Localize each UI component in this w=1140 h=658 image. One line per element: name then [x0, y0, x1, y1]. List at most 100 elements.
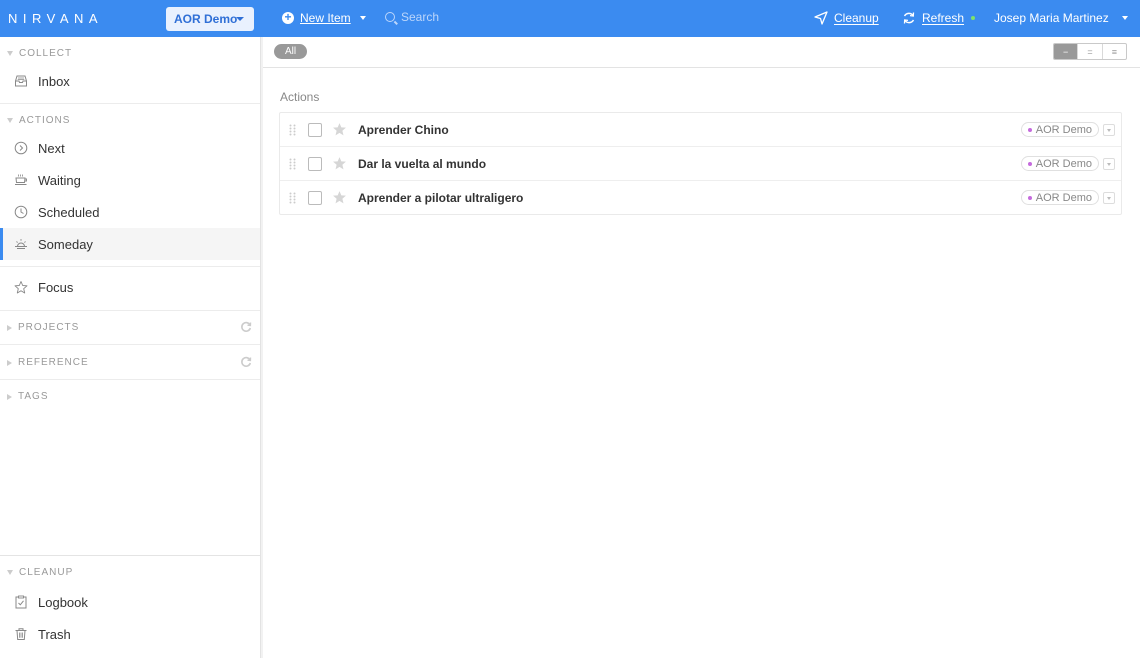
star-icon[interactable] — [332, 190, 347, 205]
triangle-right-icon — [7, 359, 12, 366]
top-bar: NIRVANA AOR Demo + New Item Cleanup Refr… — [0, 0, 1140, 37]
cleanup-button[interactable]: Cleanup — [814, 11, 879, 25]
logbook-icon — [14, 595, 28, 609]
task-name[interactable]: Aprender a pilotar ultraligero — [358, 191, 523, 205]
view-expanded-button[interactable]: ≡ — [1103, 44, 1126, 59]
sidebar-item-label: Scheduled — [38, 204, 100, 220]
sidebar-item-trash[interactable]: Trash — [0, 618, 260, 650]
sidebar-item-inbox[interactable]: Inbox — [0, 65, 260, 97]
task-row[interactable]: Dar la vuelta al mundo AOR Demo — [280, 147, 1121, 181]
chevron-down-icon — [236, 17, 244, 21]
chevron-down-icon[interactable] — [359, 16, 366, 20]
sidebar-item-waiting[interactable]: Waiting — [0, 164, 260, 196]
task-name[interactable]: Dar la vuelta al mundo — [358, 157, 486, 171]
section-heading: REFERENCE — [18, 357, 89, 368]
star-icon[interactable] — [332, 156, 347, 171]
sidebar-item-label: Logbook — [38, 594, 88, 610]
view-normal-button[interactable]: = — [1078, 44, 1103, 59]
divider — [0, 103, 260, 104]
sidebar-item-label: Focus — [38, 279, 74, 295]
triangle-down-icon — [7, 118, 13, 123]
sidebar-item-label: Waiting — [38, 172, 81, 188]
sidebar-item-label: Inbox — [38, 73, 70, 89]
task-checkbox[interactable] — [308, 156, 322, 171]
area-selector-button[interactable]: AOR Demo — [166, 7, 254, 31]
view-compact-button[interactable]: − — [1054, 44, 1079, 59]
sidebar-item-logbook[interactable]: Logbook — [0, 586, 260, 618]
view-mode-toggle: − = ≡ — [1053, 43, 1127, 60]
section-cleanup[interactable]: CLEANUP — [7, 567, 73, 578]
sidebar-item-someday[interactable]: Someday — [0, 228, 260, 260]
refresh-icon[interactable] — [240, 356, 252, 368]
tag-label: AOR Demo — [1035, 123, 1092, 136]
sidebar-item-scheduled[interactable]: Scheduled — [0, 196, 260, 228]
task-checkbox[interactable] — [308, 190, 322, 205]
triangle-down-icon — [7, 570, 13, 575]
row-menu-button[interactable] — [1103, 123, 1115, 136]
section-actions[interactable]: ACTIONS — [7, 115, 70, 126]
plus-circle-icon: + — [282, 11, 294, 24]
triangle-right-icon — [7, 393, 12, 400]
sidebar-item-focus[interactable]: Focus — [0, 271, 260, 303]
area-tag[interactable]: AOR Demo — [1020, 122, 1099, 137]
refresh-button[interactable]: Refresh — [902, 11, 976, 25]
tag-dot — [1027, 195, 1032, 200]
task-row[interactable]: Aprender Chino AOR Demo — [280, 113, 1121, 147]
filter-bar: All − = ≡ — [263, 37, 1140, 68]
divider — [0, 344, 260, 345]
divider — [0, 555, 260, 556]
section-heading: CLEANUP — [19, 567, 74, 578]
filter-all-pill[interactable]: All — [274, 44, 307, 59]
refresh-icon — [903, 12, 915, 24]
refresh-icon[interactable] — [240, 321, 252, 333]
divider — [0, 379, 260, 380]
star-icon[interactable] — [332, 122, 347, 137]
sidebar: COLLECT Inbox ACTIONS Next Waiting Sched… — [0, 37, 263, 658]
sidebar-item-label: Next — [38, 140, 65, 156]
task-list: Aprender Chino AOR Demo Dar la vuelta al… — [279, 112, 1122, 215]
new-item-label: New Item — [300, 11, 351, 25]
drag-handle-icon[interactable] — [289, 124, 296, 136]
user-name: Josep Maria Martinez — [994, 11, 1109, 25]
area-selector-label: AOR Demo — [174, 12, 238, 26]
next-icon — [14, 141, 28, 155]
tag-label: AOR Demo — [1035, 191, 1092, 204]
triangle-right-icon — [7, 324, 12, 331]
task-checkbox[interactable] — [308, 122, 322, 137]
chevron-down-icon — [1121, 16, 1128, 20]
trash-icon — [14, 627, 28, 641]
sync-status-dot — [971, 16, 976, 20]
area-tag[interactable]: AOR Demo — [1020, 156, 1099, 171]
section-heading: PROJECTS — [18, 322, 80, 333]
drag-handle-icon[interactable] — [289, 192, 296, 204]
sunrise-icon — [14, 237, 28, 251]
triangle-down-icon — [7, 51, 13, 56]
section-tags[interactable]: TAGS — [7, 391, 48, 402]
search-box[interactable] — [385, 10, 521, 24]
tag-label: AOR Demo — [1035, 157, 1092, 170]
search-icon — [385, 12, 395, 22]
sidebar-item-label: Trash — [38, 626, 71, 642]
row-menu-button[interactable] — [1103, 157, 1115, 170]
divider — [0, 266, 260, 267]
star-icon — [14, 280, 28, 294]
search-input[interactable] — [401, 10, 521, 24]
area-tag[interactable]: AOR Demo — [1020, 190, 1099, 205]
section-projects[interactable]: PROJECTS — [7, 322, 79, 333]
divider — [0, 310, 260, 311]
send-icon — [814, 11, 828, 25]
task-row[interactable]: Aprender a pilotar ultraligero AOR Demo — [280, 181, 1121, 214]
drag-handle-icon[interactable] — [289, 158, 296, 170]
app-logo[interactable]: NIRVANA — [8, 11, 103, 26]
sidebar-item-next[interactable]: Next — [0, 132, 260, 164]
inbox-icon — [14, 74, 28, 88]
section-collect[interactable]: COLLECT — [7, 48, 72, 59]
sidebar-item-label: Someday — [38, 236, 93, 252]
row-menu-button[interactable] — [1103, 191, 1115, 204]
refresh-label: Refresh — [922, 11, 965, 25]
section-reference[interactable]: REFERENCE — [7, 357, 89, 368]
new-item-button[interactable]: + New Item — [282, 11, 366, 25]
user-menu[interactable]: Josep Maria Martinez — [994, 11, 1128, 25]
task-name[interactable]: Aprender Chino — [358, 123, 449, 137]
clock-icon — [14, 205, 28, 219]
